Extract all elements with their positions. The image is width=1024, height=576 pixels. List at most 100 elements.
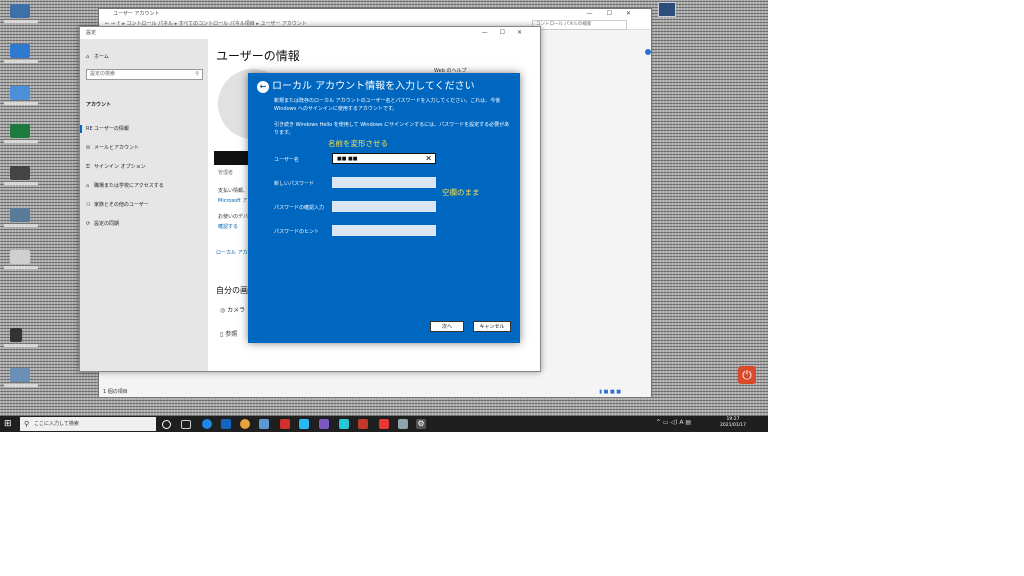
verify-link[interactable]: 確認する (218, 223, 238, 230)
desktop-icon-5[interactable] (10, 166, 30, 180)
dialog-title: ローカル アカウント情報を入力してください (272, 81, 475, 92)
briefcase-icon: ⌂ (86, 183, 90, 189)
password-hint-input[interactable] (332, 225, 436, 236)
nav-item-email[interactable]: ✉ メールとアカウント (86, 144, 139, 151)
settings-search-placeholder: 設定の検索 (90, 71, 116, 77)
edge-blue-icon[interactable] (202, 419, 212, 429)
excel-icon[interactable] (10, 124, 30, 138)
back-arrow-icon[interactable]: ← (257, 81, 269, 93)
people-icon: ⚇ (86, 202, 91, 208)
browse-label: 参照 (225, 331, 238, 338)
browse-icon: ▯ (220, 331, 224, 338)
username-value: ■■ ■■ (337, 156, 358, 162)
home-icon: ⌂ (86, 54, 90, 60)
confirm-password-label: パスワードの確認入力 (274, 205, 325, 211)
desktop-icon-label (4, 266, 38, 269)
system-tray[interactable]: ^ ▭ ◁) A ▤ (656, 419, 691, 426)
desktop-icon-label (4, 384, 38, 387)
desktop-icon-label (4, 20, 38, 23)
cancel-button[interactable]: キャンセル (473, 321, 511, 332)
desktop-icon-label (4, 224, 38, 227)
task-view-icon[interactable] (181, 420, 191, 429)
start-icon[interactable]: ⊞ (4, 419, 12, 429)
camera-option[interactable]: ◎ カメラ (220, 305, 245, 314)
billing-text: 支払い情報、 (218, 188, 249, 194)
help-icon[interactable] (645, 49, 651, 55)
control-panel-title: ユーザー アカウント (99, 9, 651, 19)
nav-item-family[interactable]: ⚇ 家族とその他のユーザー (86, 201, 149, 208)
settings-icon[interactable]: ⚙ (416, 419, 426, 429)
nav-home[interactable]: ⌂ ホーム (86, 53, 109, 60)
camera-label: カメラ (227, 307, 246, 314)
username-input[interactable]: ■■ ■■ ✕ (332, 153, 436, 164)
photo-icon[interactable] (319, 419, 329, 429)
ppt-icon[interactable] (358, 419, 368, 429)
nav-item-label: 家族とその他のユーザー (94, 202, 149, 208)
browse-option[interactable]: ▯ 参照 (220, 329, 237, 338)
cortana-icon[interactable] (162, 420, 171, 429)
settings-nav: ⌂ ホーム 設定の検索 ⚲ アカウント REユーザーの情報 ✉ メールとアカウント ⚿… (80, 39, 208, 371)
desktop-icon-3[interactable] (10, 86, 30, 100)
nav-item-your-info[interactable]: REユーザーの情報 (86, 125, 129, 132)
monitor-app-icon[interactable] (398, 419, 408, 429)
nav-item-work[interactable]: ⌂ 職場または学校にアクセスする (86, 182, 164, 189)
control-panel-search-input[interactable]: コントロール パネルの検索 (532, 20, 627, 30)
nav-item-label: 設定の同期 (94, 221, 120, 227)
key-icon: ⚿ (86, 164, 90, 170)
clock[interactable]: 19:27 2021/01/17 (720, 417, 746, 429)
desktop-icon-8[interactable] (10, 328, 22, 342)
desktop-icon-9[interactable] (10, 368, 30, 382)
next-button[interactable]: 次へ (430, 321, 464, 332)
camera-icon: ◎ (220, 307, 226, 314)
desktop-icon-label (4, 344, 38, 347)
settings-search-input[interactable]: 設定の検索 ⚲ (86, 69, 203, 80)
taskbar-search-input[interactable]: ⚲ ここに入力して検索 (20, 417, 156, 431)
app-icon[interactable] (339, 419, 349, 429)
status-bar-count: 1 個の項目 (103, 389, 128, 395)
desktop-icon-6[interactable] (10, 208, 30, 222)
nav-item-label: 職場または学校にアクセスする (94, 183, 164, 189)
store-icon[interactable] (299, 419, 309, 429)
monitor-icon[interactable] (658, 2, 676, 17)
user-info-icon: RE (86, 126, 93, 132)
nav-home-label: ホーム (94, 54, 109, 60)
taskbar: ⊞ ⚲ ここに入力して検索 ⚙ ^ ▭ ◁) A ▤ 19:27 2021/01/… (0, 416, 768, 432)
nav-item-label: メールとアカウント (94, 145, 140, 151)
desktop-icon-7[interactable] (10, 250, 30, 264)
dialog-description: 新規または既存のローカル アカウントのユーザー名とパスワードを入力してください。… (274, 98, 501, 112)
desktop-icon-2[interactable] (10, 44, 30, 58)
settings-title: 設定 (86, 30, 97, 36)
desktop-icon-label (4, 182, 38, 185)
search-icon: ⚲ (195, 71, 199, 77)
mail-app-icon[interactable] (259, 419, 269, 429)
account-type: 管理者 (218, 170, 234, 176)
chrome-icon[interactable] (240, 419, 250, 429)
settings-window-controls[interactable]: —☐✕ (482, 27, 534, 39)
local-account-link[interactable]: ローカル アカ (216, 249, 248, 256)
red-app-icon[interactable] (280, 419, 290, 429)
desktop-icon-label (4, 140, 38, 143)
desktop-icon-1[interactable] (10, 4, 30, 18)
nav-item-sync[interactable]: ⟳ 設定の同期 (86, 220, 119, 227)
new-password-input[interactable] (332, 177, 436, 188)
mail-icon: ✉ (86, 145, 91, 151)
username-label: ユーザー名 (274, 157, 299, 163)
local-account-dialog: ← ローカル アカウント情報を入力してください 新規または既存のローカル アカウ… (248, 73, 520, 343)
nav-item-signin[interactable]: ⚿ サインイン オプション (86, 163, 146, 170)
clear-icon[interactable]: ✕ (425, 154, 432, 164)
new-password-label: 新しいパスワード (274, 181, 315, 187)
taskbar-search-placeholder: ここに入力して検索 (34, 421, 79, 427)
window-controls[interactable]: —☐✕ (587, 9, 645, 19)
page-title: ユーザーの情報 (216, 49, 300, 63)
gauge-icon[interactable] (379, 419, 389, 429)
power-icon[interactable]: ⏻ (738, 366, 756, 384)
annotation-leave-blank: 空欄のまま (442, 188, 480, 197)
confirm-password-input[interactable] (332, 201, 436, 212)
sync-icon: ⟳ (86, 221, 91, 227)
edge-legacy-icon[interactable] (221, 419, 231, 429)
desktop-icon-label (4, 60, 38, 63)
nav-active-indicator (80, 125, 82, 133)
nav-item-label: ユーザーの情報 (94, 126, 129, 132)
view-toggle-icons[interactable]: ▮ ■ ■ ■ (599, 389, 621, 395)
clock-date: 2021/01/17 (720, 423, 746, 428)
